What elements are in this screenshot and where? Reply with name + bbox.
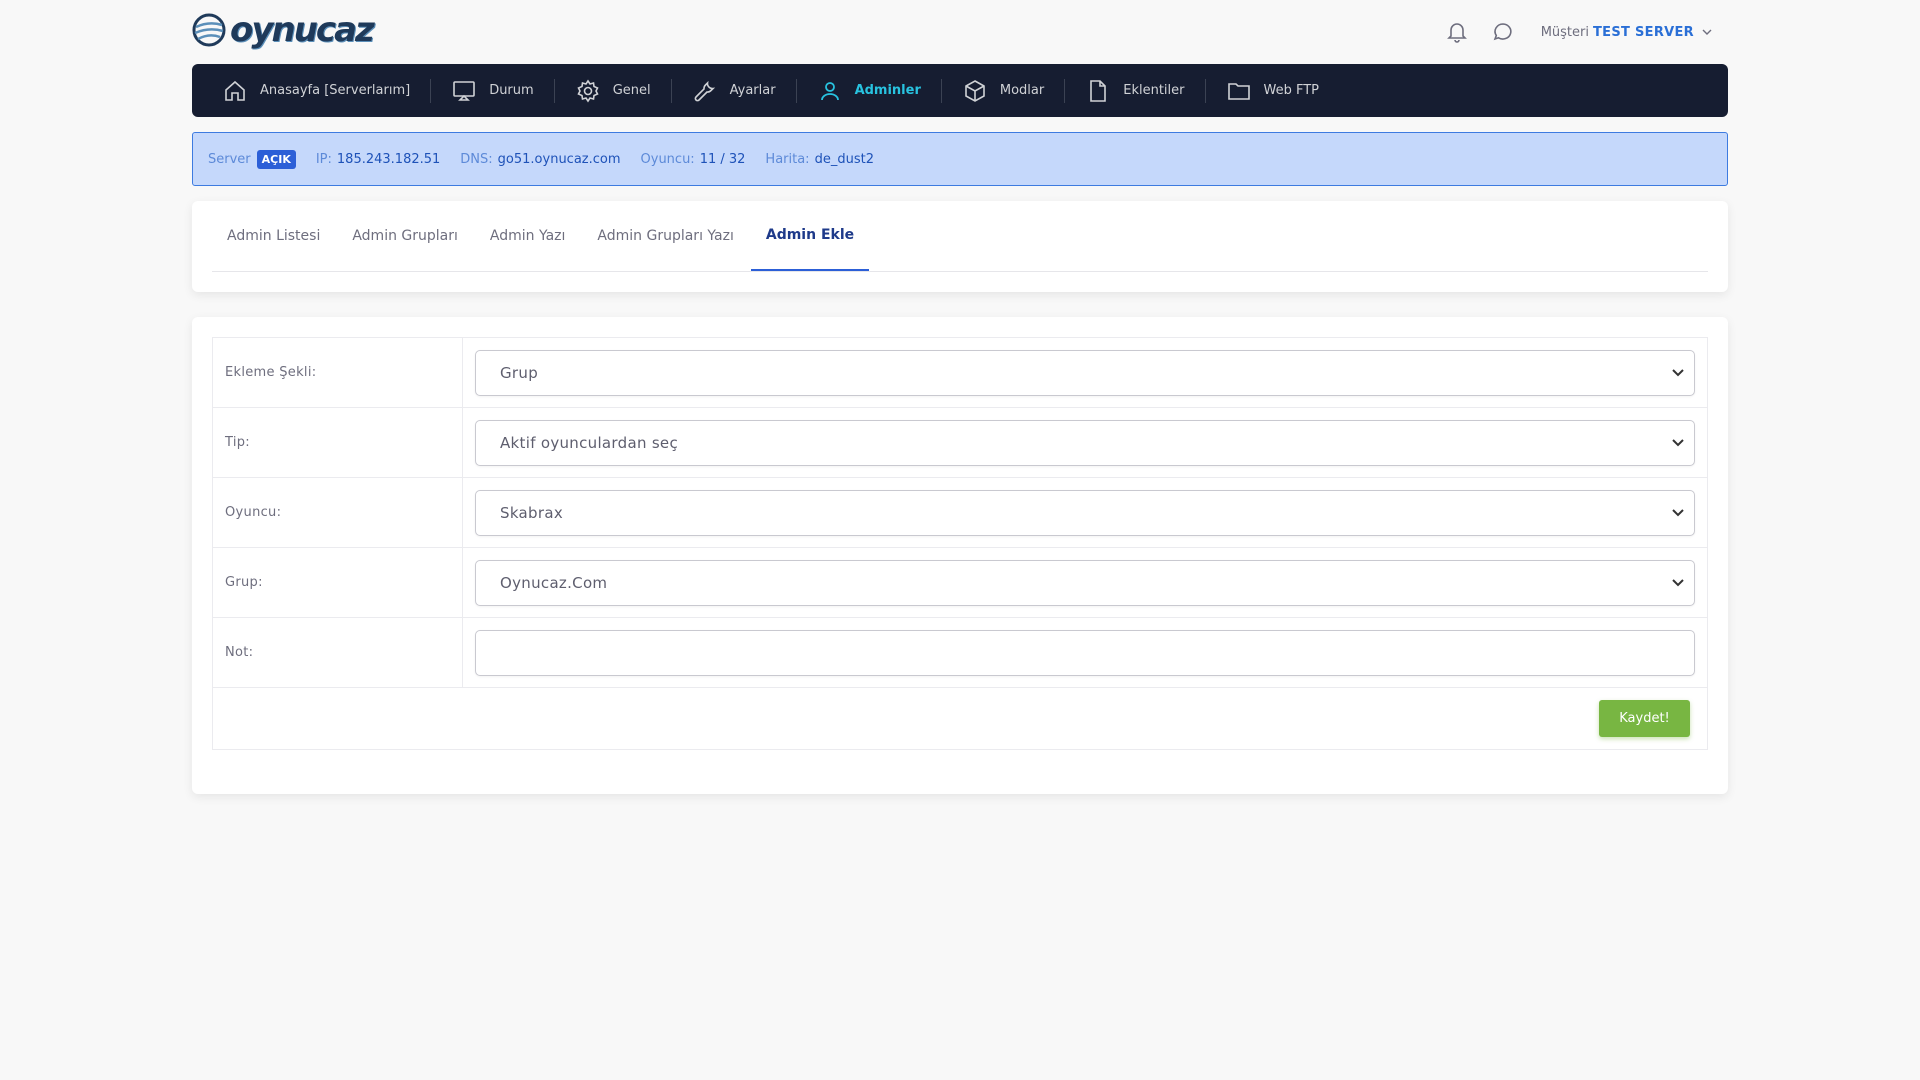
add-admin-form: Ekleme Şekli: Grup Tip: Aktif oyunculard…: [212, 337, 1708, 750]
gear-icon: [575, 78, 601, 104]
field-label: Grup:: [213, 548, 463, 617]
form-row-group: Grup: Oynucaz.Com: [213, 548, 1707, 618]
user-icon: [817, 78, 843, 104]
top-bar: oynucaz Müşteri TEST SERVER: [192, 0, 1728, 64]
bell-icon[interactable]: [1443, 18, 1471, 46]
nav-item-general[interactable]: Genel: [555, 64, 671, 117]
tab-admin-text[interactable]: Admin Yazı: [475, 200, 581, 271]
brand-logo[interactable]: oynucaz: [192, 10, 375, 50]
nav-item-settings[interactable]: Ayarlar: [672, 64, 796, 117]
players-value: 11 / 32: [699, 151, 746, 167]
dns-label: DNS:: [460, 151, 493, 167]
chevron-down-icon: [1672, 508, 1684, 516]
tab-admin-list[interactable]: Admin Listesi: [212, 200, 335, 271]
field-label: Tip:: [213, 408, 463, 477]
map-value: de_dust2: [814, 151, 874, 167]
nav-item-home[interactable]: Anasayfa [Serverlarım]: [202, 64, 430, 117]
tab-add-admin[interactable]: Admin Ekle: [750, 200, 870, 271]
save-button[interactable]: Kaydet!: [1599, 700, 1690, 737]
user-prefix: Müşteri: [1540, 24, 1589, 40]
server-status-bar: Server AÇIK IP: 185.243.182.51 DNS: go51…: [192, 132, 1728, 186]
logo-globe-icon: [192, 13, 226, 47]
group-select[interactable]: Oynucaz.Com: [475, 559, 1695, 606]
monitor-icon: [451, 78, 477, 104]
chevron-down-icon: [1672, 578, 1684, 586]
form-actions: Kaydet!: [213, 688, 1707, 749]
form-row-add-method: Ekleme Şekli: Grup: [213, 338, 1707, 408]
nav-item-label: Modlar: [999, 83, 1045, 98]
players-label: Oyuncu:: [640, 151, 695, 167]
nav-item-mods[interactable]: Modlar: [942, 64, 1064, 117]
select-value: Aktif oyunculardan seç: [500, 433, 679, 452]
main-nav: Anasayfa [Serverlarım] Durum Genel Ayarl…: [192, 64, 1728, 117]
chevron-down-icon: [1672, 368, 1684, 376]
note-input[interactable]: [488, 643, 1684, 662]
chevron-down-icon: [1702, 29, 1712, 35]
home-icon: [222, 78, 248, 104]
ip-value: 185.243.182.51: [336, 151, 441, 167]
add-method-select[interactable]: Grup: [475, 349, 1695, 396]
nav-item-status[interactable]: Durum: [431, 64, 554, 117]
nav-item-plugins[interactable]: Eklentiler: [1065, 64, 1204, 117]
box-icon: [962, 78, 988, 104]
nav-item-label: Web FTP: [1263, 83, 1320, 98]
logo-text: oynucaz: [230, 10, 375, 50]
tab-admin-groups[interactable]: Admin Grupları: [337, 200, 473, 271]
field-label: Not:: [213, 618, 463, 687]
select-value: Grup: [500, 363, 539, 382]
ip-label: IP:: [315, 151, 332, 167]
nav-item-label: Ayarlar: [729, 83, 776, 98]
nav-item-web-ftp[interactable]: Web FTP: [1206, 64, 1340, 117]
admin-tabs: Admin Listesi Admin Grupları Admin Yazı …: [212, 201, 1708, 272]
nav-item-label: Durum: [489, 83, 534, 98]
note-field-wrapper: [475, 629, 1695, 676]
nav-item-label: Genel: [612, 83, 651, 98]
map-label: Harita:: [765, 151, 810, 167]
server-label: Server: [208, 151, 251, 167]
nav-item-admins[interactable]: Adminler: [797, 64, 941, 117]
form-row-type: Tip: Aktif oyunculardan seç: [213, 408, 1707, 478]
file-icon: [1085, 78, 1111, 104]
player-select[interactable]: Skabrax: [475, 489, 1695, 536]
select-value: Skabrax: [500, 503, 563, 522]
nav-item-label: Anasayfa [Serverlarım]: [260, 83, 411, 98]
tabs-card: Admin Listesi Admin Grupları Admin Yazı …: [192, 201, 1728, 292]
user-menu[interactable]: Müşteri TEST SERVER: [1541, 25, 1712, 40]
status-badge: AÇIK: [256, 149, 296, 169]
form-row-player: Oyuncu: Skabrax: [213, 478, 1707, 548]
chat-icon[interactable]: [1489, 18, 1517, 46]
dns-value: go51.oynucaz.com: [497, 151, 621, 167]
type-select[interactable]: Aktif oyunculardan seç: [475, 419, 1695, 466]
chevron-down-icon: [1672, 438, 1684, 446]
folder-icon: [1226, 78, 1252, 104]
user-name: TEST SERVER: [1592, 24, 1694, 40]
field-label: Ekleme Şekli:: [213, 338, 463, 407]
add-admin-form-card: Ekleme Şekli: Grup Tip: Aktif oyunculard…: [192, 317, 1728, 794]
form-row-note: Not:: [213, 618, 1707, 688]
field-label: Oyuncu:: [213, 478, 463, 547]
tab-admin-groups-text[interactable]: Admin Grupları Yazı: [582, 200, 748, 271]
wrench-icon: [692, 78, 718, 104]
nav-item-label: Eklentiler: [1123, 83, 1185, 98]
nav-item-label: Adminler: [854, 83, 921, 98]
select-value: Oynucaz.Com: [500, 573, 608, 592]
